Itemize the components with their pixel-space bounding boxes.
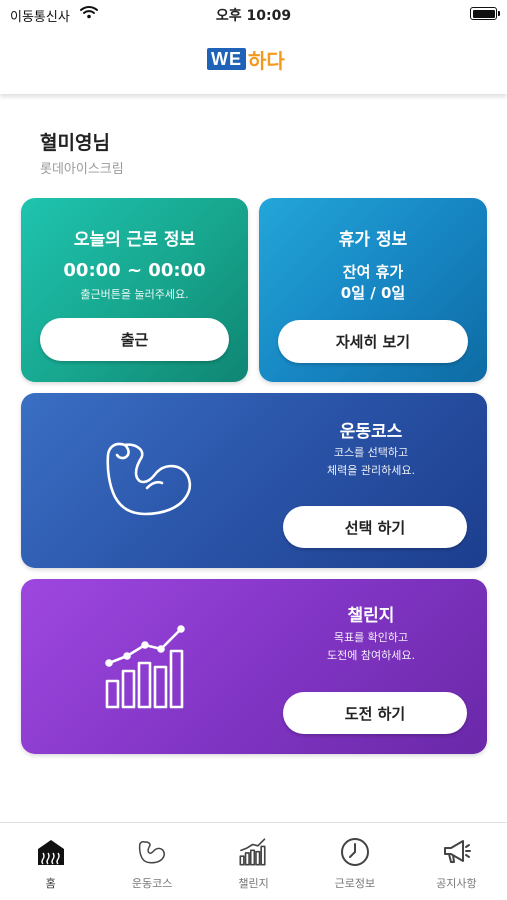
megaphone-icon (441, 837, 472, 867)
user-company: 롯데아이스크림 (40, 162, 124, 177)
app-logo: WE 하다 (207, 46, 285, 73)
work-time-range: 00:00 ~ 00:00 (63, 260, 206, 281)
tab-label: 홈 (45, 877, 56, 890)
status-time: 오후 10:09 (215, 8, 292, 24)
challenge-card-title: 챌린지 (347, 606, 395, 626)
tab-label: 챌린지 (238, 877, 269, 890)
bottom-tab-bar: 홈 운동코스 챌린지 근로정보 공지사항 (0, 822, 507, 900)
exercise-desc-line1: 코스를 선택하고 (333, 446, 409, 459)
challenge-card-description: 목표를 확인하고 도전에 참여하세요. (291, 629, 451, 665)
bar-chart-icon (239, 837, 269, 867)
battery-icon (470, 7, 500, 20)
work-hint: 출근버튼을 눌러주세요. (80, 288, 189, 301)
select-course-button[interactable]: 선택 하기 (283, 506, 467, 548)
work-info-card: 오늘의 근로 정보 00:00 ~ 00:00 출근버튼을 눌러주세요. 출근 (21, 198, 248, 382)
tab-notices[interactable]: 공지사항 (406, 823, 507, 900)
tab-label: 운동코스 (131, 877, 173, 890)
user-name: 혈미영님 (40, 132, 110, 154)
exercise-card-description: 코스를 선택하고 체력을 관리하세요. (291, 444, 451, 480)
tab-label: 근로정보 (334, 877, 376, 890)
tab-challenge[interactable]: 챌린지 (203, 823, 304, 900)
logo-hada: 하다 (248, 48, 285, 73)
flexed-arm-icon (137, 837, 167, 867)
tab-exercise-course[interactable]: 운동코스 (101, 823, 202, 900)
leave-card-title: 휴가 정보 (338, 230, 408, 250)
tab-home[interactable]: 홈 (0, 823, 101, 900)
exercise-course-card: 운동코스 코스를 선택하고 체력을 관리하세요. 선택 하기 (21, 393, 487, 568)
leave-remain-value: 0일 / 0일 (340, 284, 406, 302)
join-challenge-button[interactable]: 도전 하기 (283, 692, 467, 734)
logo-we: WE (207, 48, 246, 70)
leave-info-card: 휴가 정보 잔여 휴가 0일 / 0일 자세히 보기 (259, 198, 487, 382)
challenge-card: 챌린지 목표를 확인하고 도전에 참여하세요. 도전 하기 (21, 579, 487, 754)
status-bar: 이동통신사 오후 10:09 (0, 0, 507, 28)
challenge-desc-line2: 도전에 참여하세요. (327, 649, 415, 662)
clock-icon (340, 837, 370, 867)
tab-label: 공지사항 (436, 877, 477, 890)
bar-chart-trend-icon (103, 623, 195, 713)
flexed-arm-icon (99, 435, 199, 521)
exercise-desc-line2: 체력을 관리하세요. (327, 464, 415, 477)
leave-remain-label: 잔여 휴가 (342, 263, 404, 281)
challenge-desc-line1: 목표를 확인하고 (333, 631, 409, 644)
clock-in-button[interactable]: 출근 (40, 318, 229, 361)
leave-details-button[interactable]: 자세히 보기 (278, 320, 468, 363)
work-card-title: 오늘의 근로 정보 (73, 230, 196, 250)
exercise-card-title: 운동코스 (339, 422, 403, 442)
app-header: WE 하다 (0, 28, 507, 94)
home-icon (36, 837, 66, 867)
tab-work-info[interactable]: 근로정보 (304, 823, 405, 900)
